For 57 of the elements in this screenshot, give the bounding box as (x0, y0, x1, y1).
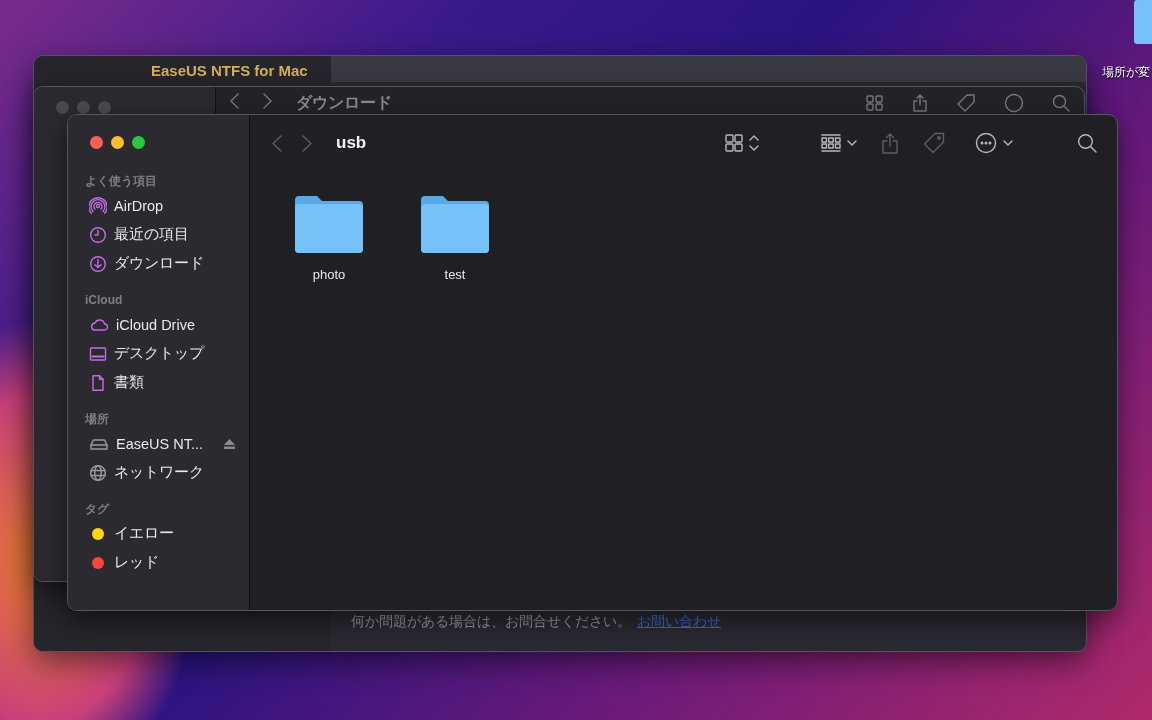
minimize-button[interactable] (111, 136, 124, 149)
back-button[interactable] (272, 134, 282, 152)
desktop-icon-label: 場所が変 (1102, 64, 1150, 81)
globe-icon (89, 463, 107, 482)
sidebar-item[interactable]: イエロー (85, 519, 239, 548)
zoom-button[interactable] (132, 136, 145, 149)
folder-icon (295, 195, 363, 253)
view-mode-button[interactable] (723, 132, 761, 154)
window-title: ダウンロード (296, 93, 392, 113)
sidebar-item[interactable]: ネットワーク (85, 458, 239, 487)
tag-icon (923, 132, 945, 154)
sidebar-item[interactable]: ダウンロード (85, 249, 239, 278)
eject-icon[interactable] (224, 438, 235, 449)
grid-view-icon (725, 134, 743, 152)
forward-button[interactable] (302, 134, 312, 152)
folder-name[interactable]: test (444, 267, 466, 282)
more-button[interactable] (973, 130, 1015, 156)
sidebar-item[interactable]: EaseUS NT... (85, 429, 239, 458)
sidebar-item[interactable]: レッド (85, 548, 239, 577)
help-text: 何か問題がある場合は、お問合せください。 (351, 613, 631, 629)
search-button[interactable] (1075, 131, 1099, 155)
folder-icon (421, 195, 489, 253)
desktop-icon (89, 344, 107, 363)
window-title: usb (336, 133, 367, 153)
close-button[interactable] (90, 136, 103, 149)
back-icon (230, 93, 239, 109)
sidebar-heading: 場所 (85, 411, 110, 428)
back-icon (272, 134, 282, 152)
sidebar-heading: よく使う項目 (85, 173, 158, 190)
folder-name[interactable]: photo (312, 267, 346, 282)
sidebar-heading: タグ (85, 501, 111, 518)
chevron-down-icon (1003, 139, 1013, 147)
airdrop-icon (89, 196, 107, 215)
share-button[interactable] (879, 130, 901, 156)
tag-icon (956, 93, 976, 113)
share-icon (912, 94, 928, 112)
updown-chevron-icon (749, 135, 759, 151)
forward-icon (302, 134, 312, 152)
share-icon (881, 132, 899, 154)
forward-icon (263, 93, 272, 109)
group-icon (821, 134, 841, 152)
chevron-down-icon (847, 139, 857, 147)
clock-icon (89, 225, 107, 244)
sidebar-item[interactable]: 書類 (85, 368, 239, 397)
search-icon (1077, 133, 1097, 153)
app-title: EaseUS NTFS for Mac (151, 62, 308, 79)
sidebar-item[interactable]: AirDrop (85, 191, 239, 220)
sidebar-item[interactable]: 最近の項目 (85, 220, 239, 249)
sidebar-item[interactable]: デスクトップ (85, 339, 239, 368)
grid-view-icon (866, 95, 884, 111)
download-icon (89, 254, 107, 273)
sidebar-item[interactable]: iCloud Drive (85, 310, 239, 339)
search-icon (1052, 94, 1070, 112)
group-button[interactable] (819, 132, 859, 154)
tag-button[interactable] (921, 130, 947, 156)
sidebar-heading: iCloud (85, 292, 124, 309)
document-icon (89, 373, 107, 392)
